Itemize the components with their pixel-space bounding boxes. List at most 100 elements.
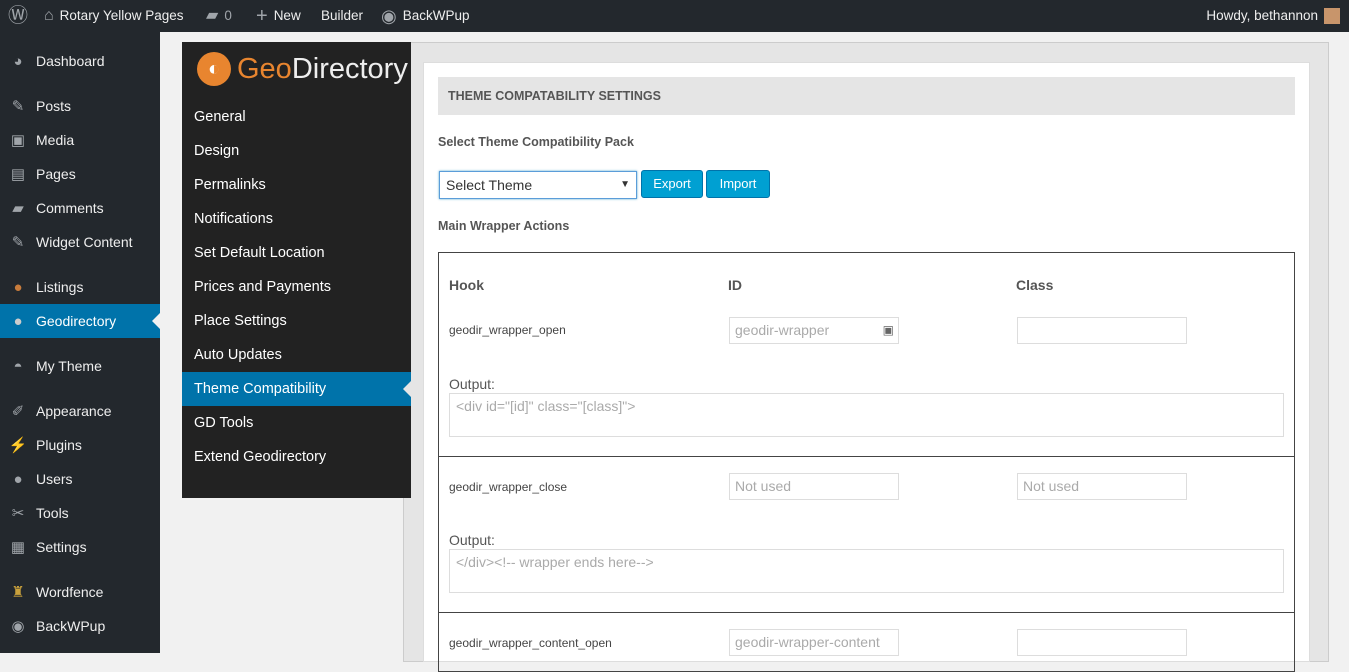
gd-nav-notifications[interactable]: Notifications [182,202,411,236]
new-link[interactable]: + New [256,0,301,32]
class-input[interactable] [1017,317,1187,344]
comments-link[interactable]: ▰ 0 [206,0,232,32]
gd-nav-default-location[interactable]: Set Default Location [182,236,411,270]
plus-icon: + [256,5,268,27]
menu-label: Tools [36,505,69,521]
col-class: Class [1016,277,1054,293]
menu-label: Posts [36,98,72,114]
wordpress-logo-icon[interactable]: Ⓦ [8,0,28,32]
theme-select-value: Select Theme [446,177,533,193]
menu-label: Appearance [36,403,112,419]
menu-media[interactable]: ▣ Media [0,123,160,157]
user-icon: ● [13,470,23,488]
builder-link[interactable]: Builder [321,0,363,32]
id-input[interactable]: geodir-wrapper-content [729,629,899,656]
comment-icon: ▰ [12,200,24,217]
menu-label: Media [36,132,75,148]
row-divider [438,456,1295,457]
dashboard-icon: ◕ [13,52,23,70]
menu-users[interactable]: ● Users [0,462,160,496]
site-name-link[interactable]: ⌂ Rotary Yellow Pages [44,0,184,32]
menu-label: My Theme [36,358,102,374]
menu-dashboard[interactable]: ◕ Dashboard [0,44,160,78]
menu-settings[interactable]: ▦ Settings [0,530,160,564]
avatar [1324,8,1340,24]
menu-widget-content[interactable]: ✎ Widget Content [0,225,160,259]
site-name: Rotary Yellow Pages [59,8,184,23]
gd-nav-permalinks[interactable]: Permalinks [182,168,411,202]
plugin-icon: ⚡ [8,437,28,454]
menu-posts[interactable]: ✎ Posts [0,89,160,123]
gd-nav-design[interactable]: Design [182,134,411,168]
select-pack-label: Select Theme Compatibility Pack [438,135,634,149]
globe-icon: ◐ [197,52,231,86]
class-input[interactable] [1017,629,1187,656]
export-button[interactable]: Export [641,170,703,198]
menu-label: Comments [36,200,104,216]
backwpup-link[interactable]: ◉ BackWPup [381,0,470,32]
gd-nav-auto-updates[interactable]: Auto Updates [182,338,411,372]
menu-pages[interactable]: ▤ Pages [0,157,160,191]
menu-appearance[interactable]: ✐ Appearance [0,394,160,428]
gd-nav-extend[interactable]: Extend Geodirectory [182,440,411,474]
class-input[interactable]: Not used [1017,473,1187,500]
theme-icon: ◓ [13,357,23,375]
gd-nav-general[interactable]: General [182,100,411,134]
menu-plugins[interactable]: ⚡ Plugins [0,428,160,462]
gd-nav-gd-tools[interactable]: GD Tools [182,406,411,440]
admin-bar: Ⓦ ⌂ Rotary Yellow Pages ▰ 0 + New Builder ◉… [0,0,1349,32]
hook-name: geodir_wrapper_open [449,323,566,337]
menu-comments[interactable]: ▰ Comments [0,191,160,225]
menu-label: Wordfence [36,584,104,600]
output-textarea[interactable]: </div><!-- wrapper ends here--> [449,549,1284,593]
howdy-label: Howdy, bethannon [1206,8,1318,23]
menu-tools[interactable]: ✂ Tools [0,496,160,530]
menu-wordfence[interactable]: ♜ Wordfence [0,575,160,609]
id-input[interactable]: Not used [729,473,899,500]
account-link[interactable]: Howdy, bethannon [1206,0,1340,32]
pin-icon: ✎ [11,234,25,251]
section-header: THEME COMPATABILITY SETTINGS [438,77,1295,115]
col-id: ID [728,277,742,293]
theme-select[interactable]: Select Theme ▼ [439,171,637,199]
hook-name: geodir_wrapper_content_open [449,636,612,650]
gd-nav-prices[interactable]: Prices and Payments [182,270,411,304]
output-textarea[interactable]: <div id="[id]" class="[class]"> [449,393,1284,437]
menu-label: Dashboard [36,53,105,69]
gd-nav-theme-compatibility[interactable]: Theme Compatibility [182,372,411,406]
row-divider [438,612,1295,613]
menu-geodirectory[interactable]: ● Geodirectory [0,304,160,338]
output-label: Output: [449,376,495,392]
menu-label: Plugins [36,437,82,453]
hook-name: geodir_wrapper_close [449,480,568,494]
geodirectory-logo: ◐ Geo Directory [197,52,408,86]
menu-backwpup[interactable]: ◉ BackWPup [0,609,160,643]
menu-listings[interactable]: ● Listings [0,270,160,304]
settings-icon: ▦ [10,539,26,556]
col-hook: Hook [449,277,484,293]
gd-nav-place-settings[interactable]: Place Settings [182,304,411,338]
menu-label: Geodirectory [36,313,117,329]
import-button[interactable]: Import [706,170,770,198]
new-label: New [273,8,301,23]
menu-label: Settings [36,539,87,555]
backwpup-label: BackWPup [402,8,470,23]
media-icon: ▣ [10,132,26,149]
backwpup-icon: ◉ [381,6,397,26]
menu-my-theme[interactable]: ◓ My Theme [0,349,160,383]
wordfence-icon: ♜ [11,584,25,601]
logo-directory: Directory [291,52,408,85]
id-input[interactable]: geodir-wrapper ▣ [729,317,899,344]
output-label: Output: [449,532,495,548]
menu-label: Widget Content [36,234,133,250]
backwpup-icon: ◉ [11,618,25,635]
geodirectory-nav: ◐ Geo Directory General Design Permalinks … [182,42,411,498]
main-wrapper-label: Main Wrapper Actions [438,219,570,233]
menu-label: Pages [36,166,76,182]
globe-icon: ● [13,312,23,330]
chevron-down-icon: ▼ [620,179,630,190]
builder-label: Builder [321,8,364,23]
admin-menu: ◕ Dashboard ✎ Posts ▣ Media ▤ Pages ▰ Comment… [0,32,160,653]
pin-icon: ✎ [11,98,25,115]
home-icon: ⌂ [44,7,54,24]
